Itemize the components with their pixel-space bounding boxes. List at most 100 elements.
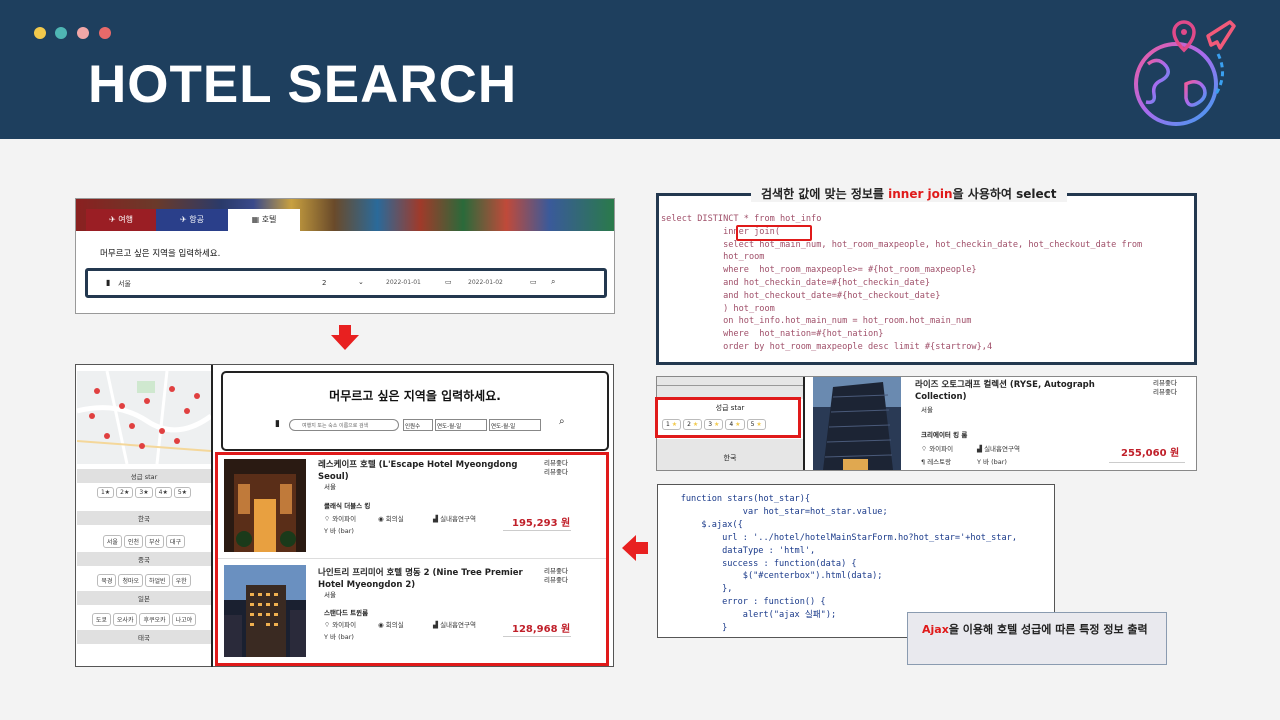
star-button[interactable]: 4★ — [154, 487, 172, 498]
arrow-down-icon — [331, 325, 359, 350]
dot-yellow — [34, 27, 46, 39]
code-line: error : function() { — [660, 597, 826, 608]
review-badge: 리뷰좋다 리뷰좋다 — [544, 567, 568, 584]
code-line: function stars(hot_star){ — [660, 494, 811, 504]
star-button[interactable]: 5★ — [173, 487, 192, 498]
building-icon: ▮ — [106, 278, 111, 287]
tab-travel[interactable]: ✈ 여행 — [86, 209, 156, 231]
tab-hotel[interactable]: ▦ 호텔 — [228, 209, 300, 231]
hotel-price: 128,968 원 — [512, 624, 571, 635]
city-button[interactable]: 하얼빈 — [145, 574, 170, 587]
amenity-smoking: ▟ 실내흡연구역 — [433, 621, 476, 629]
city-button[interactable]: 오사카 — [112, 613, 138, 626]
hotel-card[interactable]: 나인트리 프리미어 호텔 명동 2 (Nine Tree Premier Hot… — [218, 563, 606, 663]
code-line: dataType : 'html', — [660, 545, 816, 556]
korea-cities: 서울 인천 부산 대구 — [77, 525, 211, 552]
divider — [657, 385, 803, 386]
city-button[interactable]: 청마오 — [118, 574, 143, 587]
city-button[interactable]: 우한 — [171, 574, 191, 587]
star-buttons: 1★ 2★ 3★ 4★ 5★ — [77, 483, 211, 503]
amenity-smoking: ▟ 실내흡연구역 — [977, 445, 1020, 453]
amenity-wifi: ⌔ 와이파이 — [324, 515, 357, 523]
city-button[interactable]: 대구 — [166, 535, 186, 548]
room-type: 클래식 더블스 킹 — [324, 502, 371, 510]
hotel-city: 서울 — [324, 591, 336, 599]
hotel-city: 서울 — [921, 406, 933, 414]
code-line: where hot_room_maxpeople>= #{hot_room_ma… — [661, 265, 977, 276]
city-button[interactable]: 부산 — [145, 535, 165, 548]
star-button[interactable]: 3★ — [135, 487, 153, 498]
hotel-name[interactable]: 나인트리 프리미어 호텔 명동 2 (Nine Tree Premier Hot… — [318, 567, 538, 591]
code-line: hot_room — [661, 252, 765, 263]
amenity-meeting: ◉ 회의실 — [378, 515, 404, 523]
search-bar: ▮ 서울 2 ⌄ 2022-01-01 ▭ 2022-01-02 ▭ ⌕ — [85, 268, 607, 298]
dot-pink — [77, 27, 89, 39]
country-china: 중국 — [77, 552, 211, 566]
japan-cities: 도쿄 오사카 후쿠오카 나고야 — [77, 605, 211, 630]
search-panel-screenshot: ✈ 여행 ✈ 항공 ▦ 호텔 머무르고 싶은 지역을 입력하세요. ▮ 서울 2… — [75, 198, 615, 314]
code-line: $.ajax({ — [660, 519, 743, 530]
star-button[interactable]: 1★ — [96, 487, 115, 498]
search-prompt: 머무르고 싶은 지역을 입력하세요. — [100, 249, 221, 259]
amenity-bar: Y 바 (bar) — [324, 527, 354, 535]
map-image — [77, 371, 211, 464]
tab-flight[interactable]: ✈ 항공 — [156, 209, 228, 231]
code-line: ) hot_room — [661, 303, 775, 314]
checkout-input[interactable]: 2022-01-02 — [468, 279, 503, 286]
ajax-caption: Ajax을 이용해 호텔 성급에 따른 특정 정보 출력 — [907, 612, 1167, 665]
arrow-left-icon — [622, 535, 648, 561]
city-button[interactable]: 나고야 — [171, 613, 197, 626]
hotel-photo — [224, 459, 306, 552]
search-icon[interactable]: ⌕ — [551, 277, 555, 287]
city-button[interactable]: 북경 — [97, 574, 117, 587]
calendar-icon: ▭ — [445, 278, 452, 286]
divider — [211, 365, 213, 667]
search-icon[interactable]: ⌕ — [559, 416, 565, 427]
country-korea: 한국 — [77, 511, 211, 525]
city-button[interactable]: 도쿄 — [91, 613, 111, 626]
star-label: 성급 star — [77, 469, 211, 483]
inner-join-highlight — [736, 225, 812, 241]
review-badge: 리뷰좋다 리뷰좋다 — [1153, 379, 1177, 396]
hotel-price: 195,293 원 — [512, 518, 571, 529]
checkin-input[interactable]: 2022-01-01 — [386, 279, 421, 286]
review-badge: 리뷰좋다 리뷰좋다 — [544, 459, 568, 476]
amenity-bar: Y 바 (bar) — [977, 458, 1007, 466]
guests-select[interactable]: 인원수 — [403, 419, 433, 431]
city-button[interactable]: 후쿠오카 — [139, 613, 170, 626]
code-line: where hot_nation=#{hot_nation} — [661, 329, 884, 340]
sql-panel: 검색한 값에 맞는 정보를 inner join을 사용하여 select se… — [656, 185, 1197, 365]
star-button[interactable]: 2★ — [116, 487, 134, 498]
city-button[interactable]: 서울 — [102, 535, 122, 548]
hotel-name[interactable]: 레스케이프 호텔 (L'Escape Hotel Myeongdong Seou… — [318, 459, 538, 483]
code-line: success : function(data) { — [660, 558, 857, 569]
hotel-city: 서울 — [324, 483, 336, 491]
hotel-price: 255,060 원 — [1121, 448, 1180, 459]
checkin-input[interactable]: 연도-월-일 — [435, 419, 487, 431]
page-title: HOTEL SEARCH — [88, 55, 518, 114]
map-thumbnail[interactable] — [77, 371, 211, 464]
hotel-card[interactable]: 레스케이프 호텔 (L'Escape Hotel Myeongdong Seou… — [218, 455, 606, 559]
hotel-name[interactable]: 라이즈 오토그래프 컬렉션 (RYSE, Autograph Collectio… — [915, 379, 1130, 403]
checkout-input[interactable]: 연도-월-일 — [489, 419, 541, 431]
country-japan: 일본 — [77, 591, 211, 605]
star-demo-panel: 성급 star 1 ★ 2 ★ 3 ★ 4 ★ 5 ★ 한국 라이즈 오토그래프 컬렉션… — [655, 376, 1197, 471]
location-input[interactable]: 서울 — [118, 279, 131, 289]
globe-travel-icon — [1134, 20, 1236, 126]
room-type: 크리에이터 킹 룸 — [921, 431, 968, 439]
search-input[interactable]: 여행지 또는 숙소 이름으로 검색 — [289, 419, 399, 431]
hotel-photo — [224, 565, 306, 657]
code-line: select hot_main_num, hot_room_maxpeople,… — [661, 239, 1143, 250]
amenity-meeting: ◉ 회의실 — [378, 621, 404, 629]
hotel-list: 레스케이프 호텔 (L'Escape Hotel Myeongdong Seou… — [215, 452, 609, 666]
building-icon: ▮ — [275, 419, 280, 429]
code-line: and hot_checkin_date=#{hot_checkin_date} — [661, 277, 931, 288]
code-line: select DISTINCT * from hot_info — [661, 214, 822, 224]
chevron-down-icon: ⌄ — [358, 278, 364, 286]
country-thailand: 태국 — [77, 630, 211, 644]
guests-select[interactable]: 2 — [322, 279, 326, 287]
city-button[interactable]: 인천 — [123, 535, 143, 548]
dot-teal — [55, 27, 67, 39]
result-panel-screenshot: 성급 star 1★ 2★ 3★ 4★ 5★ 한국 서울 인천 부산 대구 중국 북경 청마오 하… — [75, 364, 614, 667]
divider — [503, 636, 571, 637]
